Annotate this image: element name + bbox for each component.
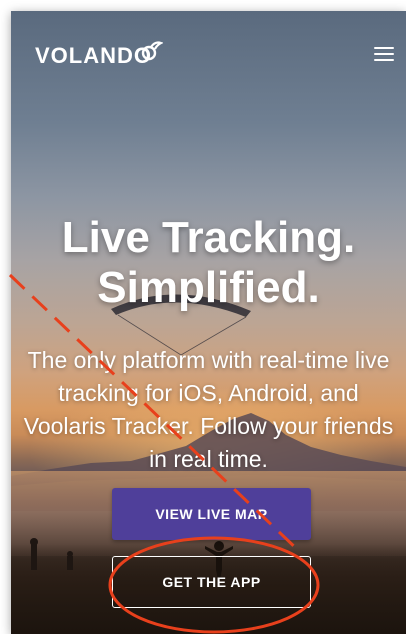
view-live-map-button[interactable]: VIEW LIVE MAP: [112, 488, 311, 540]
logo[interactable]: VOLANDO: [35, 43, 152, 69]
logo-bird-icon: [141, 41, 163, 61]
hero-headline: Live Tracking. Simplified.: [11, 213, 406, 313]
hero-subtitle: The only platform with real-time live tr…: [11, 344, 406, 476]
subtitle-line-1: The only platform with real-time live: [27, 347, 390, 373]
subtitle-line-4: in real time.: [149, 446, 268, 472]
people-silhouettes: [30, 538, 73, 570]
app-screen: VOLANDO Live Tracking. Simplified. The o…: [11, 11, 406, 634]
hamburger-menu-icon[interactable]: [374, 47, 394, 61]
get-the-app-button[interactable]: GET THE APP: [112, 556, 311, 608]
subtitle-line-2: tracking for iOS, Android, and: [58, 380, 359, 406]
subtitle-line-3: Voolaris Tracker. Follow your friends: [23, 413, 394, 439]
headline-line-2: Simplified.: [97, 263, 320, 312]
headline-line-1: Live Tracking.: [61, 213, 356, 262]
